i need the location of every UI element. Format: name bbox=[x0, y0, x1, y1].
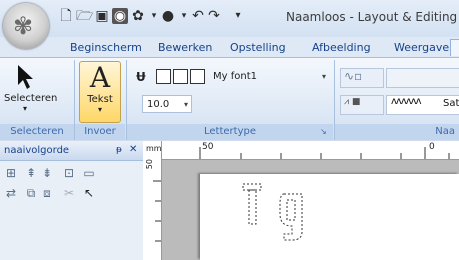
pane-title: naaivolgorde bbox=[4, 145, 70, 156]
text-glyph-icon: A bbox=[89, 61, 111, 94]
tab-bewerken[interactable]: Bewerken bbox=[158, 41, 212, 54]
hoop-icon[interactable]: ◉ bbox=[112, 8, 128, 24]
copy-icon[interactable]: ⧉ bbox=[24, 186, 38, 200]
customize-icon[interactable]: ▾ bbox=[230, 8, 246, 24]
arrow-cursor-icon bbox=[18, 65, 33, 89]
font-size-select[interactable]: 10.0 ▾ bbox=[142, 95, 192, 113]
circle-icon[interactable]: ● bbox=[160, 8, 176, 24]
stitch-type-select[interactable] bbox=[386, 68, 459, 88]
font-size-value: 10.0 bbox=[147, 99, 170, 110]
zigzag-icon: ⩘ ■ bbox=[344, 97, 361, 107]
text-button[interactable]: A Tekst ▾ bbox=[79, 61, 121, 123]
chevron-down-icon: ▾ bbox=[183, 100, 188, 109]
horizontal-ruler: mm 50 0 bbox=[143, 141, 459, 160]
move-down-icon[interactable]: ⇟ bbox=[40, 166, 54, 180]
application-menu-button[interactable]: ✾ bbox=[3, 3, 49, 49]
font-name: My font1 bbox=[213, 71, 257, 82]
chevron-down-icon: ▾ bbox=[321, 72, 326, 81]
font-select[interactable]: My font1 ▾ bbox=[209, 68, 329, 86]
open-icon[interactable]: 🗁 bbox=[76, 8, 93, 24]
ribbon: Selecteren ▾ Selecteren A Tekst ▾ Invoer… bbox=[0, 57, 459, 143]
font-style-box[interactable] bbox=[190, 69, 205, 84]
gear-icon[interactable]: ✿ bbox=[130, 8, 146, 24]
group-label-selecteren: Selecteren bbox=[0, 124, 74, 140]
tab-beginscherm[interactable]: Beginscherm bbox=[70, 41, 142, 54]
sort-icon[interactable]: ⇄ bbox=[4, 186, 18, 200]
select-button[interactable]: Selecteren ▾ bbox=[4, 62, 58, 120]
group-label-lettertype: Lettertype bbox=[127, 124, 333, 140]
new-icon[interactable]: 🗋 bbox=[58, 8, 74, 24]
chevron-down-icon: ▾ bbox=[97, 105, 102, 114]
move-up-icon[interactable]: ⇞ bbox=[24, 166, 38, 180]
tab-opstelling[interactable]: Opstelling bbox=[230, 41, 286, 54]
close-icon[interactable]: ✕ bbox=[129, 144, 137, 155]
outline-stitch-button[interactable]: ∿▫ bbox=[340, 68, 384, 88]
ruler-ticks bbox=[199, 147, 450, 159]
wave-icon: ∿▫ bbox=[344, 69, 363, 83]
select-label: Selecteren bbox=[4, 93, 58, 104]
ruler-ticks bbox=[153, 180, 161, 242]
pane-header: naaivolgorde ᵽ ✕ bbox=[0, 143, 143, 161]
undo-icon[interactable]: ↶ bbox=[190, 8, 206, 24]
fill-stitch-button[interactable]: ⩘ ■ bbox=[340, 95, 384, 115]
flower-icon: ✾ bbox=[13, 12, 34, 40]
group-icon[interactable]: ⊞ bbox=[4, 166, 18, 180]
dialog-launcher-icon[interactable]: ↘ bbox=[320, 127, 327, 136]
vertical-ruler: 50 bbox=[143, 159, 162, 260]
font-type-icon: Ʉ bbox=[136, 70, 146, 84]
scissors-icon[interactable]: ✂ bbox=[62, 186, 76, 200]
frame-icon[interactable]: ▭ bbox=[82, 166, 96, 180]
tab-overflow[interactable] bbox=[450, 39, 459, 56]
satin-label: Sat bbox=[443, 98, 459, 109]
font-style-box[interactable] bbox=[173, 69, 188, 84]
group-label-naaien: Naa bbox=[335, 124, 459, 140]
hoop-page[interactable]: Tg bbox=[200, 174, 459, 260]
text-object[interactable] bbox=[240, 182, 310, 252]
save-icon[interactable]: ▣ bbox=[94, 8, 110, 24]
text-label: Tekst bbox=[87, 94, 113, 105]
satin-stitch-select[interactable]: ʌʌʌʌʌʌ Sat bbox=[386, 95, 459, 115]
tab-afbeelding[interactable]: Afbeelding bbox=[312, 41, 371, 54]
redo-icon[interactable]: ↷ bbox=[206, 8, 222, 24]
tab-weergave[interactable]: Weergave bbox=[394, 41, 449, 54]
title-bar: 🗋 🗁 ▣ ◉ ✿ ▾ ● ▾ ↶ ↷ ▾ Naamloos - Layout … bbox=[0, 0, 459, 37]
zigzag-icon: ʌʌʌʌʌʌ bbox=[391, 96, 422, 107]
group-label-invoer: Invoer bbox=[75, 124, 125, 140]
pointer-icon[interactable]: ↖ bbox=[82, 186, 96, 200]
window-title: Naamloos - Layout & Editing bbox=[286, 10, 458, 24]
paste-icon[interactable]: ⧈ bbox=[40, 186, 54, 200]
ribbon-tabs: Beginscherm Bewerken Opstelling Afbeeldi… bbox=[0, 37, 459, 57]
font-style-box[interactable] bbox=[156, 69, 171, 84]
sewing-order-pane: naaivolgorde ᵽ ✕ ⊞ ⇞ ⇟ ⊡ ▭ ⇄ ⧉ ⧈ ✂ ↖ bbox=[0, 141, 144, 260]
lock-icon[interactable]: ⊡ bbox=[62, 166, 76, 180]
pin-icon[interactable]: ᵽ bbox=[116, 145, 122, 155]
chevron-down-icon: ▾ bbox=[22, 104, 27, 113]
